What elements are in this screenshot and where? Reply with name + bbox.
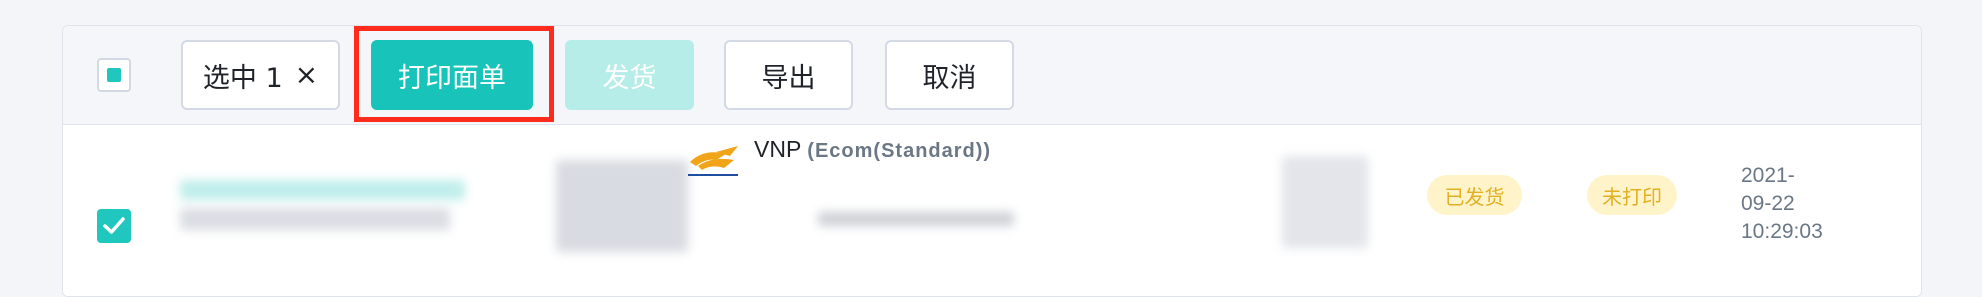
datetime-line: 2021-: [1741, 164, 1795, 187]
redacted-order-id: [180, 180, 465, 200]
row-checkbox[interactable]: [97, 209, 131, 243]
carrier-name: VNP: [754, 136, 801, 162]
print-status-badge: 未打印: [1587, 175, 1677, 215]
checkmark-icon: [103, 217, 125, 234]
redacted-quantity: [1282, 156, 1368, 248]
vnpost-logo: [688, 146, 738, 176]
redacted-product-image: [556, 160, 688, 252]
carrier-service: (Ecom(Standard)): [807, 140, 992, 162]
carrier-label: VNP (Ecom(Standard)): [754, 136, 991, 163]
datetime-line: 09-22: [1741, 192, 1795, 215]
bulk-action-toolbar: 选中 1 × 打印面单 发货 导出 取消: [63, 26, 1921, 125]
close-icon[interactable]: ×: [295, 61, 318, 89]
selected-count-button[interactable]: 选中 1 ×: [181, 40, 340, 110]
redacted-tracking-number: [818, 212, 1014, 226]
datetime-line: 10:29:03: [1741, 220, 1823, 243]
orders-panel: 选中 1 × 打印面单 发货 导出 取消: [62, 25, 1922, 297]
export-button[interactable]: 导出: [724, 40, 853, 110]
redacted-order-sub: [180, 208, 450, 230]
order-datetime: 2021- 09-22 10:29:03: [1741, 162, 1823, 246]
shipped-status-badge: 已发货: [1427, 175, 1522, 215]
cancel-button[interactable]: 取消: [885, 40, 1014, 110]
print-waybill-button[interactable]: 打印面单: [371, 40, 533, 110]
select-all-checkbox[interactable]: [97, 58, 131, 92]
ship-button[interactable]: 发货: [565, 40, 694, 110]
selected-count-label: 选中 1: [202, 62, 283, 94]
